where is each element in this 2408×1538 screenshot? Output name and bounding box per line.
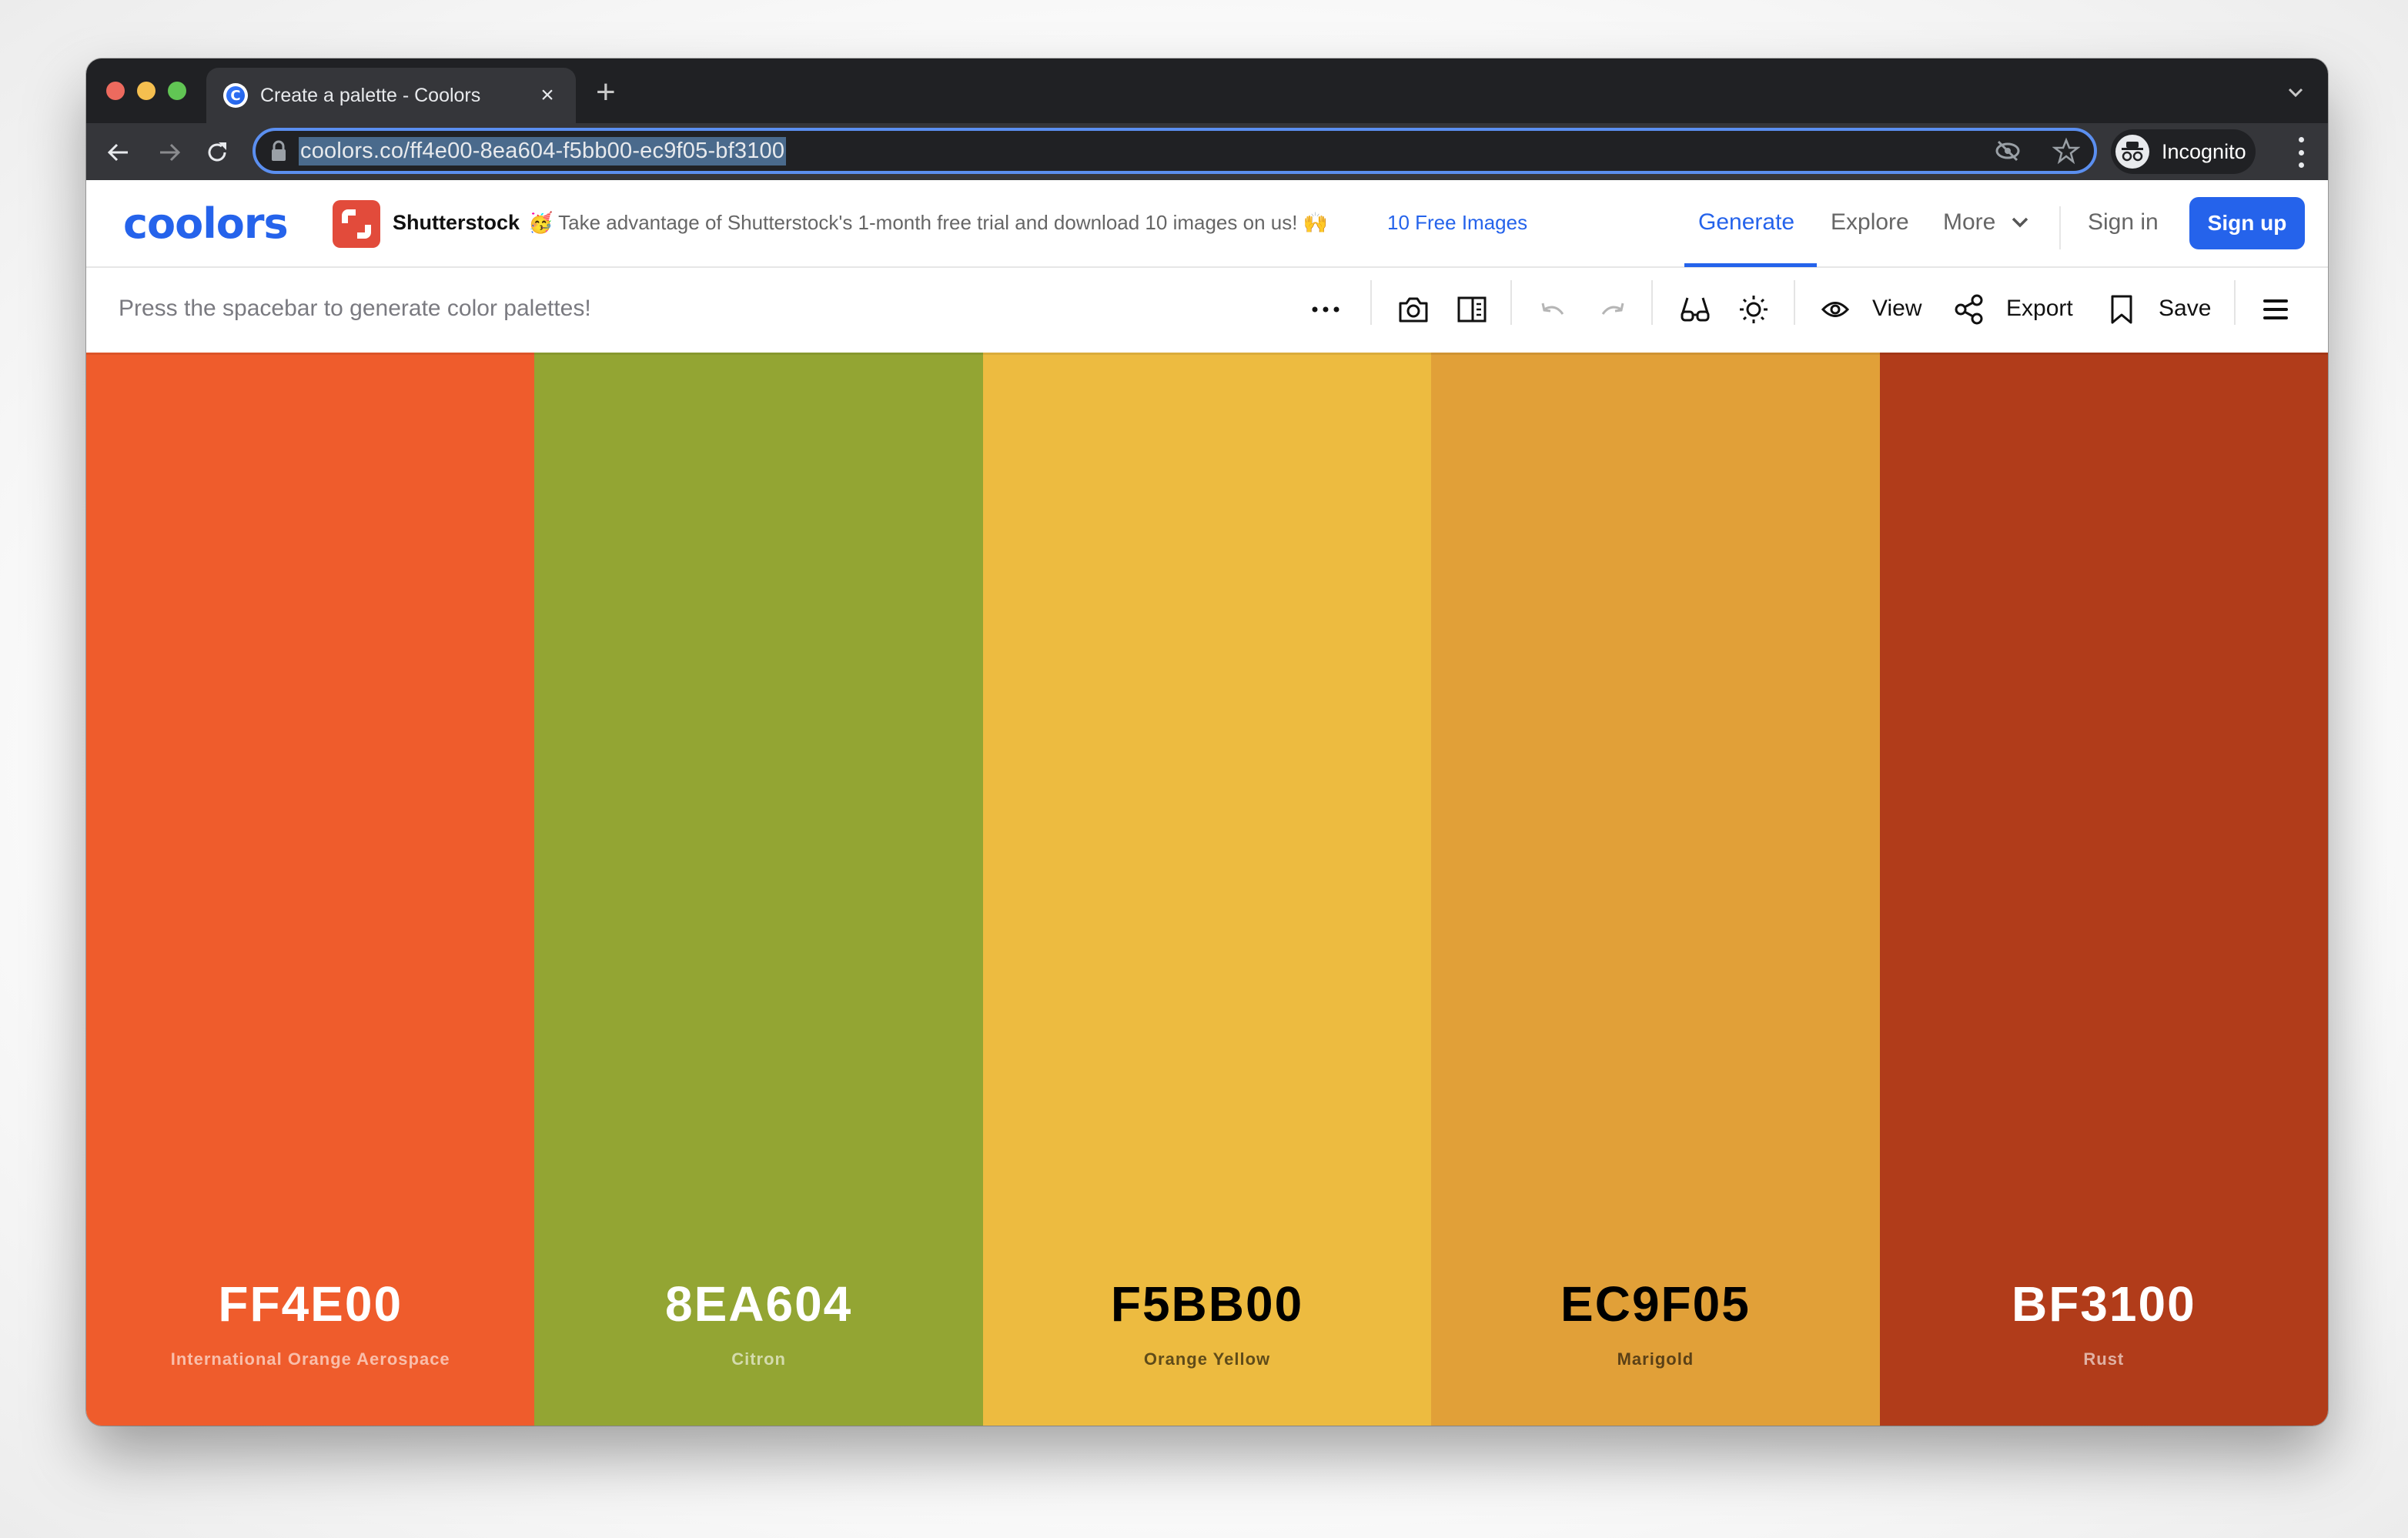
swatch-hex[interactable]: FF4E00 [86,1276,534,1332]
nav-more[interactable]: More [1943,209,2030,236]
swatch-hex[interactable]: BF3100 [1880,1276,2328,1332]
arrow-left-icon [107,143,128,162]
toolbar-divider [1651,280,1653,325]
minimize-window-button[interactable] [137,82,156,100]
site-header: coolors Shutterstock 🥳 Take advantage of… [86,180,2328,268]
incognito-icon [2115,135,2149,169]
palette-toolbar: Press the spacebar to generate color pal… [86,268,2328,353]
nav-divider [2059,206,2061,249]
color-swatch[interactable]: EC9F05 Marigold [1431,353,1880,1426]
sign-up-button[interactable]: Sign up [2189,197,2305,249]
browser-window: C Create a palette - Coolors × + coolors… [86,59,2328,1426]
back-button[interactable] [103,137,134,168]
share-icon[interactable] [1951,291,1988,328]
reload-button[interactable] [202,137,232,168]
tab-title: Create a palette - Coolors [260,84,481,106]
camera-icon[interactable] [1395,291,1432,328]
more-options-icon[interactable] [1307,291,1344,328]
coolors-favicon-icon: C [223,83,248,108]
toolbar-divider [2234,280,2236,325]
swatch-hex[interactable]: 8EA604 [534,1276,982,1332]
sign-in-link[interactable]: Sign in [2088,209,2159,236]
tab-close-icon[interactable]: × [536,82,559,109]
color-swatch[interactable]: F5BB00 Orange Yellow [982,353,1432,1426]
coolors-logo[interactable]: coolors [123,203,289,245]
swatch-name: Rust [2083,1349,2125,1369]
active-tab-underline [1684,263,1817,267]
toolbar-divider [1370,280,1372,325]
reload-icon [208,142,226,162]
view-button[interactable]: View [1872,296,1921,322]
tab-strip: C Create a palette - Coolors × + [86,59,2328,123]
close-window-button[interactable] [106,82,125,100]
bookmark-icon[interactable] [2103,291,2140,328]
nav-generate[interactable]: Generate [1698,209,1794,236]
sponsor-name[interactable]: Shutterstock [393,211,520,235]
incognito-indicator[interactable]: Incognito [2111,129,2256,174]
maximize-window-button[interactable] [168,82,186,100]
arrow-right-icon [160,143,181,162]
incognito-label: Incognito [2162,139,2246,163]
spacebar-hint: Press the spacebar to generate color pal… [119,296,591,321]
browser-menu-icon[interactable] [2297,137,2305,168]
redo-icon[interactable] [1594,291,1630,328]
chevron-down-icon [2012,217,2028,228]
color-swatch[interactable]: 8EA604 Citron [534,353,983,1426]
browser-toolbar: coolors.co/ff4e00-8ea604-f5bb00-ec9f05-b… [86,123,2328,180]
color-swatch[interactable]: BF3100 Rust [1879,353,2328,1426]
hamburger-menu-icon[interactable] [2257,291,2294,328]
address-bar[interactable]: coolors.co/ff4e00-8ea604-f5bb00-ec9f05-b… [253,128,2097,174]
url-text[interactable]: coolors.co/ff4e00-8ea604-f5bb00-ec9f05-b… [299,136,787,166]
swatch-hex[interactable]: EC9F05 [1431,1276,1879,1332]
color-swatch[interactable]: FF4E00 International Orange Aerospace [86,353,535,1426]
export-button[interactable]: Export [2006,296,2073,322]
palette: FF4E00 International Orange Aerospace 8E… [86,353,2328,1426]
color-blindness-glasses-icon[interactable] [1677,291,1714,328]
swatch-hex[interactable]: F5BB00 [983,1276,1431,1332]
star-icon[interactable] [2052,137,2080,165]
eye-slash-icon[interactable] [1994,137,2022,165]
forward-button[interactable] [154,137,185,168]
nav-explore[interactable]: Explore [1831,209,1909,236]
save-button[interactable]: Save [2159,296,2211,322]
new-tab-button[interactable]: + [596,75,616,109]
favicon-letter: C [226,86,245,105]
swatch-name: Marigold [1617,1349,1694,1369]
nav-more-label: More [1943,209,1996,235]
sun-icon[interactable] [1735,291,1772,328]
swatch-name: Citron [731,1349,786,1369]
lock-icon [272,140,286,161]
browser-tab[interactable]: C Create a palette - Coolors × [206,68,576,123]
toolbar-divider [1794,280,1795,325]
view-icon[interactable] [1817,291,1854,328]
panel-toggle-icon[interactable] [1453,291,1490,328]
undo-icon[interactable] [1535,291,1572,328]
tab-search-chevron-icon[interactable] [2285,82,2306,103]
free-images-link[interactable]: 10 Free Images [1387,211,1527,235]
promo-text: 🥳 Take advantage of Shutterstock's 1-mon… [528,211,1329,234]
toolbar-divider [1510,280,1512,325]
swatch-name: International Orange Aerospace [170,1349,450,1369]
swatch-name: Orange Yellow [1143,1349,1271,1369]
shutterstock-logo-icon[interactable] [333,200,380,248]
